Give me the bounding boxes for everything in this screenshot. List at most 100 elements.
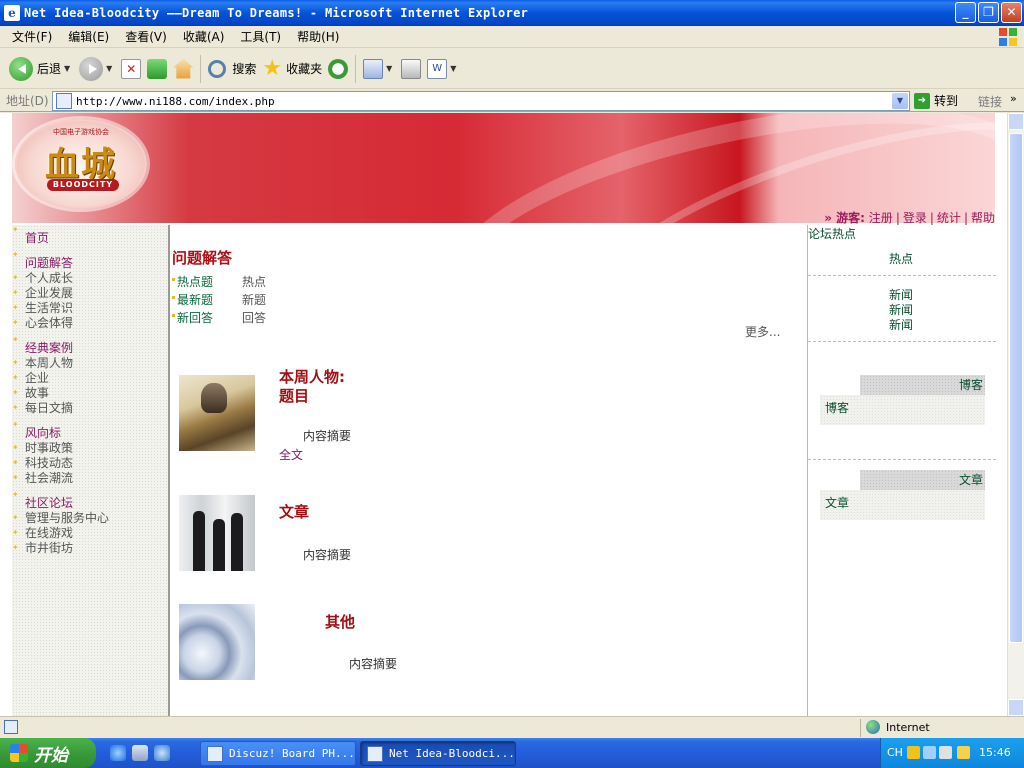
address-input[interactable] bbox=[76, 94, 886, 108]
forward-button[interactable]: ▼ bbox=[76, 52, 118, 86]
site-logo[interactable]: 中国电子游戏协会 血城 BLOODCITY bbox=[15, 119, 147, 209]
nav-heading-home[interactable]: ✦ 首页 bbox=[12, 226, 168, 246]
article-box-header[interactable]: 文章 bbox=[860, 470, 985, 490]
qa-row-link[interactable]: 新回答 bbox=[172, 309, 242, 326]
menu-view[interactable]: 查看(V) bbox=[117, 28, 175, 45]
favorites-button[interactable]: ★ 收藏夹 bbox=[259, 52, 325, 86]
home-button[interactable] bbox=[170, 52, 196, 86]
links-label[interactable]: 链接 bbox=[978, 93, 1002, 110]
window-title-bar[interactable]: e Net Idea-Bloodcity ——Dream To Dreams! … bbox=[0, 0, 1024, 26]
menu-tools[interactable]: 工具(T) bbox=[232, 28, 289, 45]
address-field[interactable]: ▼ bbox=[52, 91, 910, 111]
close-button[interactable]: ✕ bbox=[1001, 2, 1022, 23]
history-button[interactable] bbox=[325, 52, 351, 86]
business-people-photo[interactable] bbox=[179, 495, 255, 571]
article-box-body[interactable]: 文章 bbox=[820, 490, 985, 520]
refresh-button[interactable] bbox=[144, 52, 170, 86]
chevron-right-icon[interactable]: » bbox=[1010, 92, 1017, 105]
network-tray-icon[interactable] bbox=[923, 746, 936, 759]
vertical-scrollbar[interactable] bbox=[1007, 113, 1024, 716]
stats-link[interactable]: 统计 bbox=[937, 211, 961, 225]
nav-heading-forum[interactable]: ✦ 社区论坛 bbox=[12, 491, 168, 511]
media-quicklaunch-icon[interactable] bbox=[154, 745, 170, 761]
star-bullet-icon: ✦ bbox=[12, 303, 19, 312]
nav-item[interactable]: ✦ 心会体得 bbox=[12, 316, 168, 331]
edit-button[interactable]: W ▼ bbox=[424, 52, 462, 86]
mail-dropdown-icon[interactable]: ▼ bbox=[386, 64, 392, 73]
nav-item[interactable]: ✦ 企业 bbox=[12, 371, 168, 386]
scroll-thumb[interactable] bbox=[1009, 133, 1023, 643]
print-button[interactable] bbox=[398, 52, 424, 86]
nav-item[interactable]: ✦ 企业发展 bbox=[12, 286, 168, 301]
feature-subtitle[interactable]: 题目 bbox=[279, 387, 309, 406]
news-link[interactable]: 新闻 bbox=[889, 316, 913, 333]
nav-item[interactable]: ✦ 社会潮流 bbox=[12, 471, 168, 486]
nav-item[interactable]: ✦ 市井街坊 bbox=[12, 541, 168, 556]
qa-row-hot: 热点题 热点 bbox=[172, 273, 266, 290]
minimize-button[interactable]: _ bbox=[955, 2, 976, 23]
back-button[interactable]: 后退 ▼ bbox=[6, 52, 76, 86]
desktop-quicklaunch-icon[interactable] bbox=[132, 745, 148, 761]
forward-dropdown-icon[interactable]: ▼ bbox=[106, 64, 112, 73]
page-status-icon bbox=[4, 720, 18, 734]
nav-item[interactable]: ✦ 生活常识 bbox=[12, 301, 168, 316]
nav-item[interactable]: ✦ 科技动态 bbox=[12, 456, 168, 471]
warrior-photo[interactable] bbox=[179, 375, 255, 451]
feature-summary: 内容摘要 bbox=[303, 548, 352, 562]
qa-row-label: 热点题 bbox=[177, 275, 214, 289]
nav-item[interactable]: ✦ 管理与服务中心 bbox=[12, 511, 168, 526]
restore-button[interactable]: ❐ bbox=[978, 2, 999, 23]
menu-edit[interactable]: 编辑(E) bbox=[60, 28, 117, 45]
nav-item-label: 故事 bbox=[25, 386, 50, 400]
taskbar-button-discuz[interactable]: Discuz! Board PH... bbox=[200, 741, 356, 766]
nav-heading-cases[interactable]: ✦ 经典案例 bbox=[12, 336, 168, 356]
register-link[interactable]: 注册 bbox=[869, 211, 893, 225]
qa-row-label: 最新题 bbox=[177, 293, 214, 307]
mail-button[interactable]: ▼ bbox=[360, 52, 398, 86]
nav-item[interactable]: ✦ 本周人物 bbox=[12, 356, 168, 371]
nav-item[interactable]: ✦ 时事政策 bbox=[12, 441, 168, 456]
nav-item[interactable]: ✦ 每日文摘 bbox=[12, 401, 168, 416]
qa-row-link[interactable]: 热点题 bbox=[172, 273, 242, 290]
feature-title[interactable]: 本周人物: bbox=[279, 368, 345, 387]
language-indicator[interactable]: CH bbox=[887, 746, 903, 759]
user-nav: » 游客: 注册 | 登录 | 统计 | 帮助 bbox=[0, 209, 995, 226]
hot-link[interactable]: 热点 bbox=[889, 250, 913, 267]
star-bullet-icon: ✦ bbox=[12, 318, 19, 327]
nav-heading-qa[interactable]: ✦ 问题解答 bbox=[12, 251, 168, 271]
nav-item[interactable]: ✦ 故事 bbox=[12, 386, 168, 401]
nav-item[interactable]: ✦ 个人成长 bbox=[12, 271, 168, 286]
qa-row-value: 热点 bbox=[242, 275, 267, 289]
nav-item[interactable]: ✦ 在线游戏 bbox=[12, 526, 168, 541]
blog-box-body[interactable]: 博客 bbox=[820, 395, 985, 425]
nav-item-label: 本周人物 bbox=[25, 356, 74, 370]
scroll-up-icon[interactable] bbox=[1008, 113, 1024, 130]
feature-title[interactable]: 其他 bbox=[325, 613, 355, 632]
security-tray-icon[interactable] bbox=[939, 746, 952, 759]
nav-item-label: 科技动态 bbox=[25, 456, 74, 470]
qa-row-link[interactable]: 最新题 bbox=[172, 291, 242, 308]
search-button[interactable]: 搜索 bbox=[205, 52, 259, 86]
messenger-tray-icon[interactable] bbox=[957, 746, 970, 759]
login-link[interactable]: 登录 bbox=[903, 211, 927, 225]
user-tray-icon[interactable] bbox=[907, 746, 920, 759]
stop-button[interactable]: ✕ bbox=[118, 52, 144, 86]
address-dropdown-icon[interactable]: ▼ bbox=[892, 93, 908, 109]
menu-favorites[interactable]: 收藏(A) bbox=[175, 28, 233, 45]
abstract-swirl-photo[interactable] bbox=[179, 604, 255, 680]
nav-heading-trends[interactable]: ✦ 风向标 bbox=[12, 421, 168, 441]
blog-box-header[interactable]: 博客 bbox=[860, 375, 985, 395]
ie-quicklaunch-icon[interactable] bbox=[110, 745, 126, 761]
go-button[interactable]: ➜ 转到 bbox=[914, 92, 958, 109]
help-link[interactable]: 帮助 bbox=[971, 211, 995, 225]
more-link[interactable]: 更多... bbox=[745, 323, 780, 340]
full-text-link[interactable]: 全文 bbox=[279, 446, 303, 463]
feature-title[interactable]: 文章 bbox=[279, 503, 309, 522]
back-dropdown-icon[interactable]: ▼ bbox=[64, 64, 70, 73]
taskbar-button-bloodcity[interactable]: Net Idea-Bloodci... bbox=[360, 741, 516, 766]
menu-help[interactable]: 帮助(H) bbox=[289, 28, 347, 45]
menu-file[interactable]: 文件(F) bbox=[4, 28, 60, 45]
scroll-down-icon[interactable] bbox=[1008, 699, 1024, 716]
edit-dropdown-icon[interactable]: ▼ bbox=[450, 64, 456, 73]
start-button[interactable]: 开始 bbox=[0, 738, 96, 768]
